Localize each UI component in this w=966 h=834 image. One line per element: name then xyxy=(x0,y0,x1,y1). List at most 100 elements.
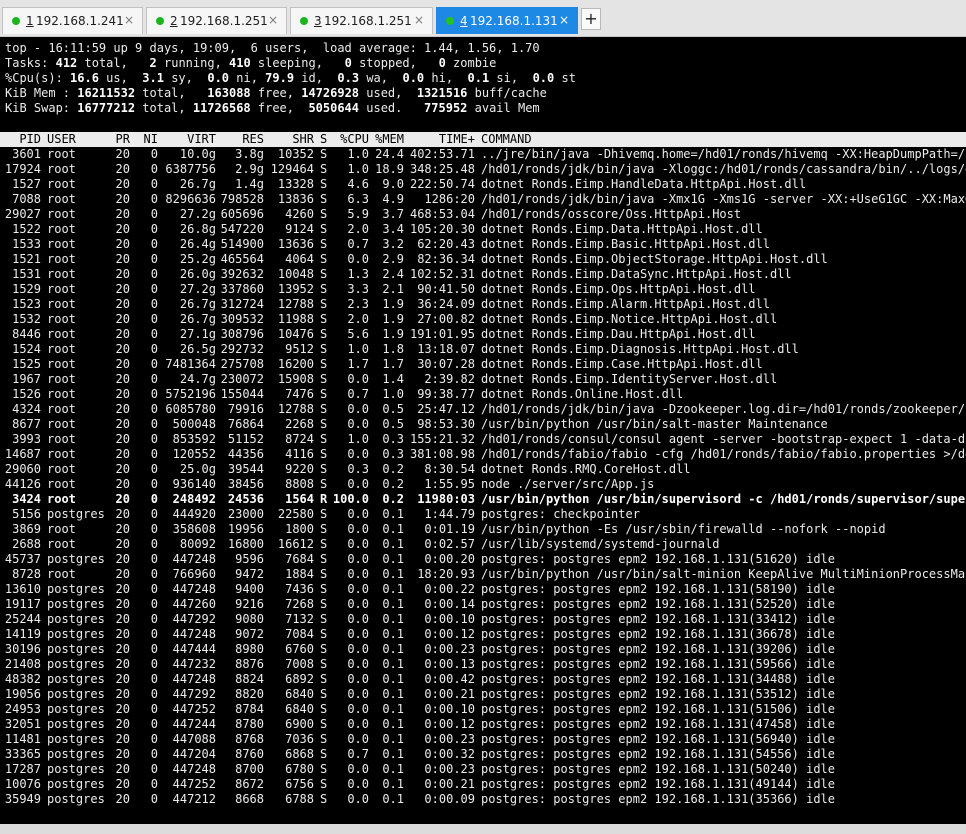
status-dot-icon xyxy=(446,17,454,25)
cell-pr: 20 xyxy=(115,567,130,581)
cell-res: 44356 xyxy=(227,447,264,461)
table-row: 11481 postgres 20 0 447088 8768 7036 S 0.0 0.1 0:0… xyxy=(0,732,966,747)
table-row: 29060 root 20 0 25.0g 39544 9220 S 0.3 0.2 8:30.54… xyxy=(0,462,966,477)
cell-mem: 1.0 xyxy=(382,387,404,401)
cell-user: root xyxy=(47,327,76,341)
cell-command: /usr/bin/python /usr/bin/supervisord -c … xyxy=(481,492,966,506)
cell-virt: 358608 xyxy=(172,522,216,536)
cell-pr: 20 xyxy=(115,387,130,401)
cell-virt: 447248 xyxy=(172,627,216,641)
cell-shr: 6760 xyxy=(285,642,314,656)
cell-virt: 447292 xyxy=(172,687,216,701)
cell-res: 2.9g xyxy=(235,162,264,176)
cell-mem: 0.1 xyxy=(382,732,404,746)
cell-time: 82:36.34 xyxy=(417,252,475,266)
cell-command: /usr/bin/python /usr/bin/salt-minion Kee… xyxy=(481,567,966,581)
session-tab-3[interactable]: 3 192.168.1.251 × xyxy=(290,7,433,34)
cell-cpu: 0.0 xyxy=(347,702,369,716)
close-icon[interactable]: × xyxy=(559,13,569,27)
cell-virt: 447444 xyxy=(172,642,216,656)
cell-time: 0:00.23 xyxy=(424,642,475,656)
cell-shr: 9220 xyxy=(285,462,314,476)
cell-res: 9080 xyxy=(235,612,264,626)
cell-state: S xyxy=(320,657,328,671)
cell-command: dotnet Ronds.Eimp.Case.HttpApi.Host.dll xyxy=(481,357,763,371)
table-row: 1533 root 20 0 26.4g 514900 13636 S 0.7 3.2 62:20.… xyxy=(0,237,966,252)
cell-pr: 20 xyxy=(115,477,130,491)
cell-user: root xyxy=(47,282,76,296)
cell-mem: 0.1 xyxy=(382,537,404,551)
cell-time: 0:00.12 xyxy=(424,717,475,731)
cell-state: S xyxy=(320,162,328,176)
table-row: 14119 postgres 20 0 447248 9072 7084 S 0.0 0.1 0:0… xyxy=(0,627,966,642)
cell-ni: 0 xyxy=(150,417,158,431)
cell-ni: 0 xyxy=(150,537,158,551)
close-icon[interactable]: × xyxy=(124,13,134,27)
close-icon[interactable]: × xyxy=(414,13,424,27)
cell-cpu: 0.0 xyxy=(347,522,369,536)
cell-time: 0:00.14 xyxy=(424,597,475,611)
cell-res: 514900 xyxy=(220,237,264,251)
cell-pid: 30196 xyxy=(4,642,41,656)
cell-shr: 7036 xyxy=(285,732,314,746)
cell-virt: 24.7g xyxy=(179,372,216,386)
cell-virt: 447088 xyxy=(172,732,216,746)
cell-pid: 1532 xyxy=(12,312,41,326)
cell-shr: 15908 xyxy=(277,372,314,386)
table-row: 5156 postgres 20 0 444920 23000 22580 S 0.0 0.1 1:… xyxy=(0,507,966,522)
cell-res: 308796 xyxy=(220,327,264,341)
cell-pid: 1533 xyxy=(12,237,41,251)
cell-ni: 0 xyxy=(150,627,158,641)
cell-mem: 0.1 xyxy=(382,567,404,581)
cell-virt: 26.7g xyxy=(179,297,216,311)
cell-cpu: 0.7 xyxy=(347,747,369,761)
cell-pr: 20 xyxy=(115,432,130,446)
cell-res: 392632 xyxy=(220,267,264,281)
cell-res: 76864 xyxy=(227,417,264,431)
cell-user: root xyxy=(47,387,76,401)
cell-user: postgres xyxy=(47,672,105,686)
cell-pr: 20 xyxy=(115,282,130,296)
cell-cpu: 0.0 xyxy=(347,372,369,386)
cell-cpu: 5.9 xyxy=(347,207,369,221)
cell-res: 8784 xyxy=(235,702,264,716)
cell-cpu: 0.0 xyxy=(347,732,369,746)
terminal-output[interactable]: top - 16:11:59 up 9 days, 19:09, 6 users… xyxy=(0,37,966,824)
cell-pr: 20 xyxy=(115,222,130,236)
tab-bar: 1 192.168.1.241 × 2 192.168.1.251 × 3 19… xyxy=(0,0,966,37)
cell-ni: 0 xyxy=(150,507,158,521)
cell-mem: 0.3 xyxy=(382,447,404,461)
cell-pid: 19056 xyxy=(4,687,41,701)
cell-ni: 0 xyxy=(150,462,158,476)
cell-user: root xyxy=(47,537,76,551)
cell-pr: 20 xyxy=(115,342,130,356)
cell-pid: 11481 xyxy=(4,732,41,746)
cell-ni: 0 xyxy=(150,612,158,626)
session-tab-4[interactable]: 4 192.168.1.131 × xyxy=(436,7,578,34)
close-icon[interactable]: × xyxy=(268,13,278,27)
cell-time: 0:00.10 xyxy=(424,612,475,626)
cell-time: 0:00.21 xyxy=(424,687,475,701)
tab-number: 1 xyxy=(26,14,34,28)
cell-mem: 4.9 xyxy=(382,192,404,206)
col-header-res: RES xyxy=(242,132,264,146)
col-header-command: COMMAND xyxy=(481,132,532,146)
cell-user: postgres xyxy=(47,762,105,776)
cell-pid: 3601 xyxy=(12,147,41,161)
session-tab-2[interactable]: 2 192.168.1.251 × xyxy=(146,7,287,34)
cell-state: S xyxy=(320,267,328,281)
cell-state: S xyxy=(320,627,328,641)
col-header-ni: NI xyxy=(143,132,158,146)
cell-pr: 20 xyxy=(115,747,130,761)
cell-virt: 447248 xyxy=(172,672,216,686)
cell-res: 230072 xyxy=(220,372,264,386)
cell-virt: 8296636 xyxy=(165,192,216,206)
cell-pr: 20 xyxy=(115,627,130,641)
session-tab-1[interactable]: 1 192.168.1.241 × xyxy=(2,7,143,34)
cell-res: 8980 xyxy=(235,642,264,656)
new-tab-button[interactable]: + xyxy=(581,8,601,30)
cell-pid: 14119 xyxy=(4,627,41,641)
cell-pid: 1522 xyxy=(12,222,41,236)
cell-shr: 2268 xyxy=(285,417,314,431)
table-row: 24953 postgres 20 0 447252 8784 6840 S 0.0 0.1 0:0… xyxy=(0,702,966,717)
